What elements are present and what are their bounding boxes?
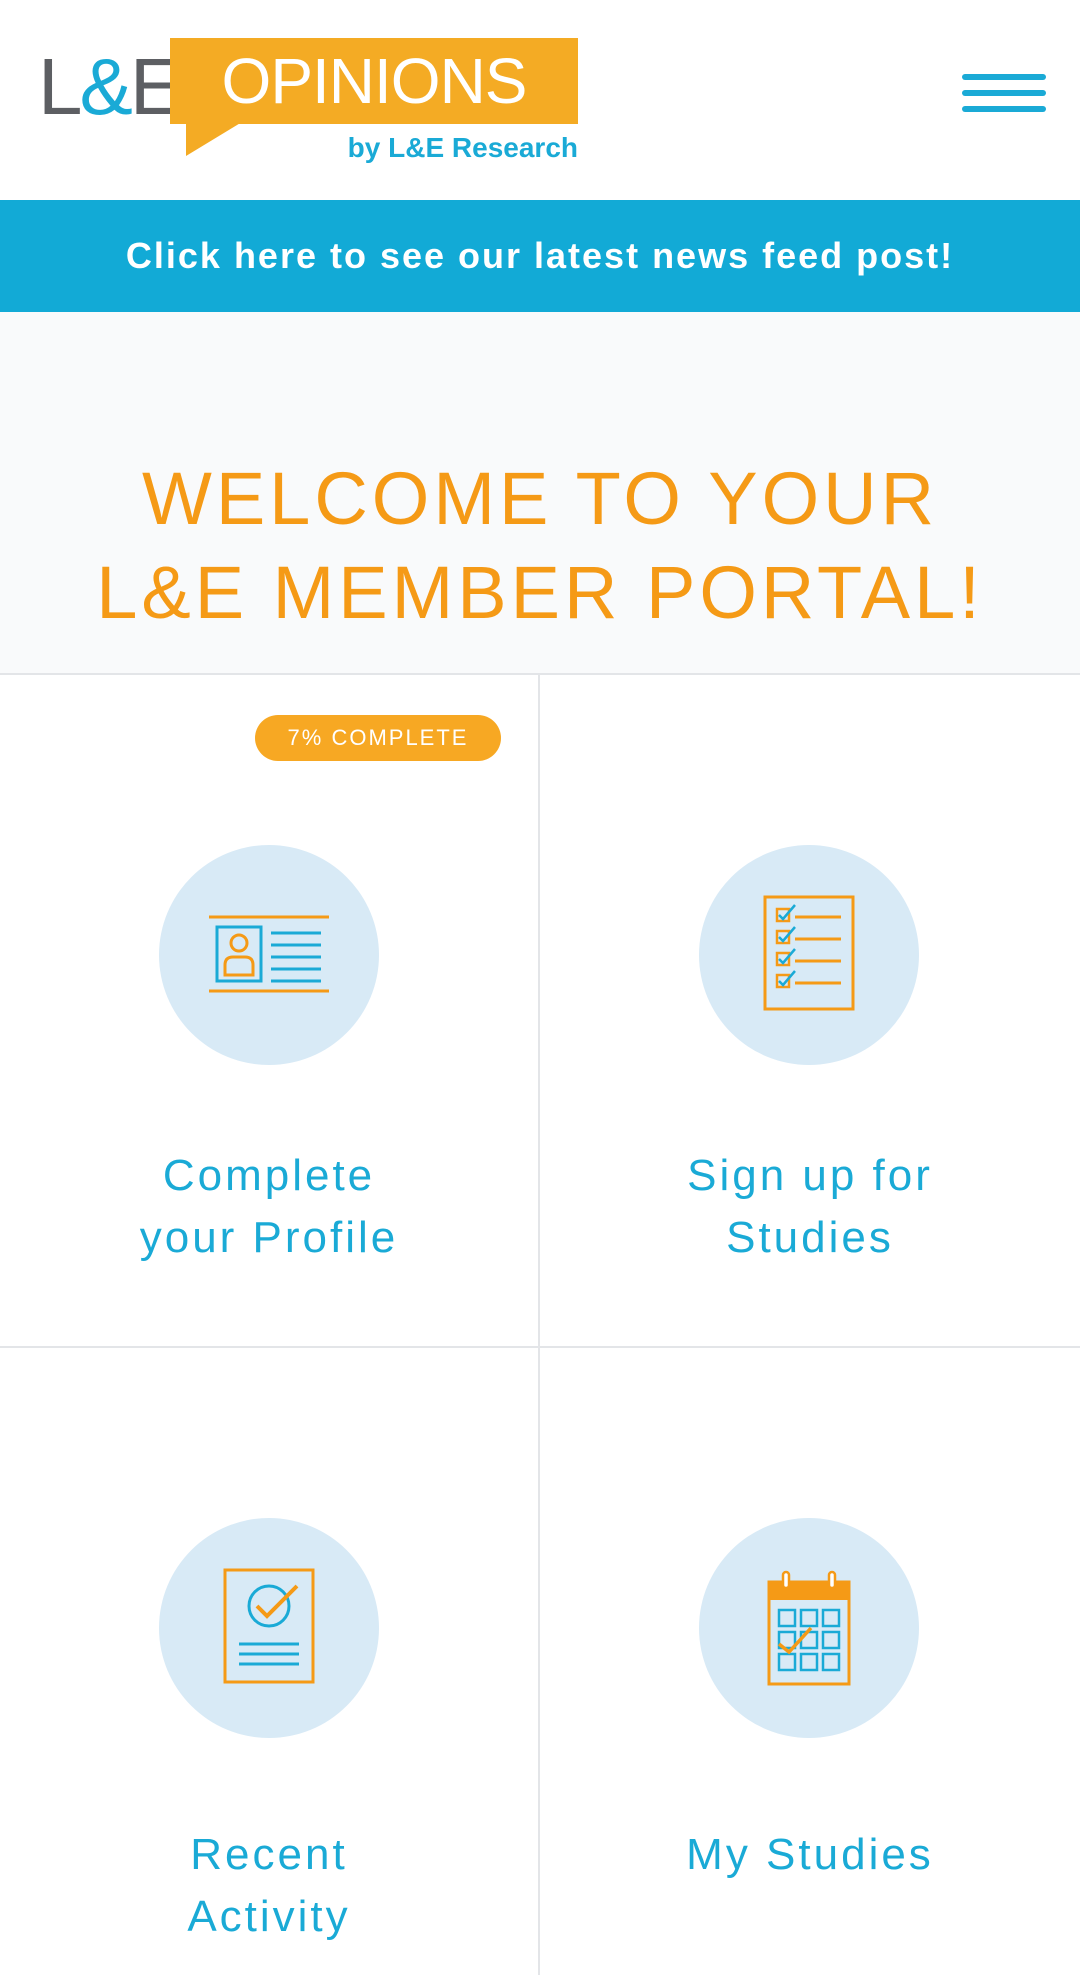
- menu-bar: [962, 74, 1046, 80]
- logo-ampersand: &: [79, 42, 133, 131]
- portal-tile-grid: 7% COMPLETE Complete your Profile Sign u…: [0, 675, 1080, 1975]
- welcome-title-line-1: WELCOME TO YOUR: [141, 457, 939, 540]
- calendar-check-icon: [767, 1570, 851, 1686]
- complete-profile-label: Complete your Profile: [0, 1145, 538, 1269]
- le-opinions-logo[interactable]: L&E OPINIONS by L&E Research: [38, 36, 578, 170]
- tile-label-line-2: Studies: [726, 1213, 894, 1262]
- tile-label-line-2: Activity: [187, 1892, 351, 1941]
- menu-bar: [962, 106, 1046, 112]
- tile-label-line-2: your Profile: [139, 1213, 399, 1262]
- logo-letter-l: L: [38, 42, 82, 131]
- welcome-title-line-2: L&E MEMBER PORTAL!: [96, 551, 984, 634]
- sign-up-studies-tile[interactable]: Sign up for Studies: [540, 675, 1080, 1348]
- logo-speech-bubble: OPINIONS: [170, 38, 578, 124]
- checklist-icon: [763, 895, 855, 1011]
- hamburger-menu-icon[interactable]: [962, 70, 1046, 120]
- tile-label-line-1: Sign up for: [687, 1151, 933, 1200]
- menu-bar: [962, 90, 1046, 96]
- tile-label-line-1: Recent: [190, 1830, 348, 1879]
- tile-label-line-1: Complete: [162, 1151, 376, 1200]
- logo-byline: by L&E Research: [347, 132, 578, 163]
- profile-progress-badge: 7% COMPLETE: [255, 715, 501, 761]
- my-studies-label: My Studies: [540, 1824, 1080, 1886]
- my-studies-tile[interactable]: My Studies: [540, 1348, 1080, 1975]
- news-feed-banner-link[interactable]: Click here to see our latest news feed p…: [0, 200, 1080, 312]
- welcome-title: WELCOME TO YOUR L&E MEMBER PORTAL!: [0, 452, 1080, 640]
- complete-profile-tile[interactable]: 7% COMPLETE Complete your Profile: [0, 675, 540, 1348]
- recent-activity-tile[interactable]: Recent Activity: [0, 1348, 540, 1975]
- logo-brand-text: OPINIONS: [221, 45, 528, 117]
- sign-up-studies-label: Sign up for Studies: [540, 1145, 1080, 1269]
- welcome-section: WELCOME TO YOUR L&E MEMBER PORTAL!: [0, 312, 1080, 675]
- logo-speech-bubble-tail: [186, 122, 242, 156]
- logo-le-mark: L&E: [38, 42, 183, 132]
- id-card-icon: [209, 915, 329, 993]
- my-studies-icon-circle: [699, 1518, 919, 1738]
- profile-icon-circle: [159, 845, 379, 1065]
- tile-label-line-1: My Studies: [686, 1830, 934, 1879]
- site-header: L&E OPINIONS by L&E Research: [0, 0, 1080, 200]
- studies-icon-circle: [699, 845, 919, 1065]
- recent-activity-label: Recent Activity: [0, 1824, 538, 1948]
- approved-document-icon: [223, 1568, 315, 1684]
- activity-icon-circle: [159, 1518, 379, 1738]
